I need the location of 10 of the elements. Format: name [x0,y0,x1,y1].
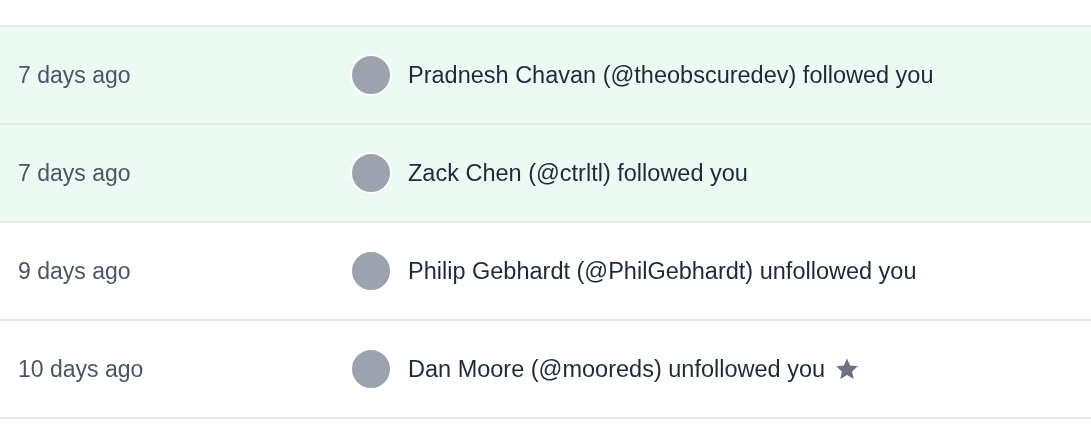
activity-text: Pradnesh Chavan (@theobscuredev) followed you [408,61,934,89]
timestamp: 7 days ago [18,159,132,187]
timestamp: 10 days ago [18,355,145,383]
avatar [350,54,392,96]
timestamp: 9 days ago [18,257,132,285]
activity-text: Philip Gebhardt (@PhilGebhardt) unfollowed you [408,257,917,285]
avatar [350,152,392,194]
activity-text: Dan Moore (@mooreds) unfollowed you [408,355,826,383]
timestamp: 7 days ago [18,61,132,89]
activity-text: Zack Chen (@ctrltl) followed you [408,159,748,187]
